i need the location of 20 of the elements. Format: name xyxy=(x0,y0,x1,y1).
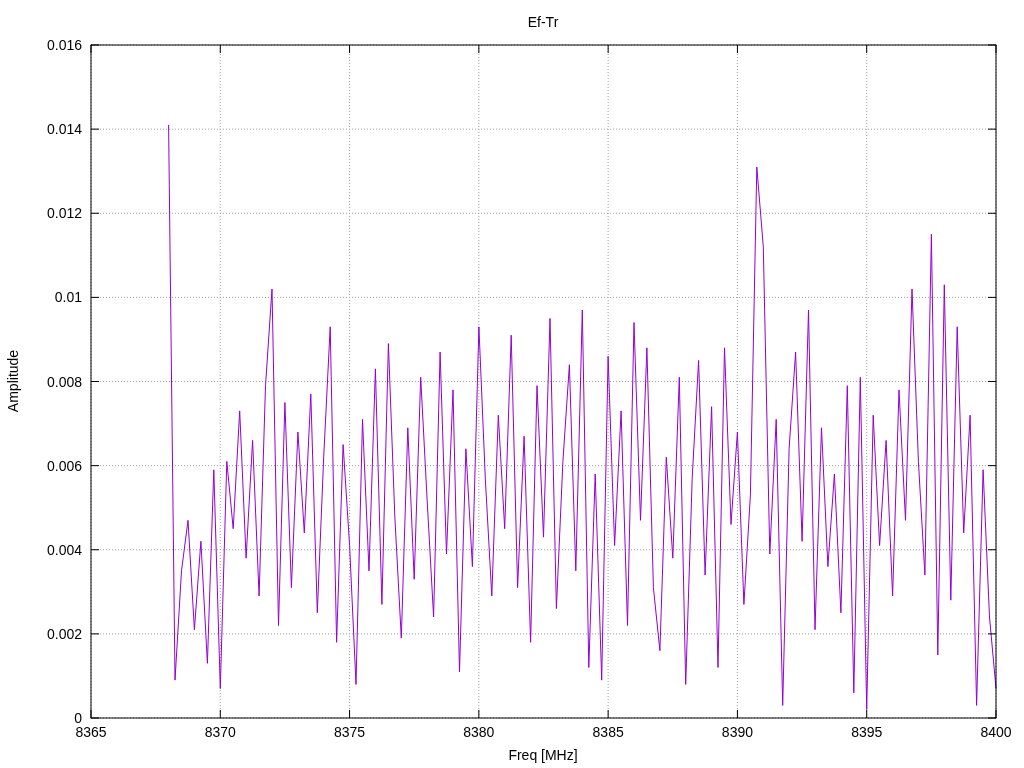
x-tick-label: 8385 xyxy=(592,724,624,740)
x-tick-label: 8375 xyxy=(334,724,366,740)
x-tick-label: 8365 xyxy=(75,724,107,740)
y-tick-label: 0.006 xyxy=(46,457,82,474)
x-tick-label: 8395 xyxy=(851,724,883,740)
y-tick-label: 0.01 xyxy=(54,289,82,306)
x-tick-label: 8380 xyxy=(463,724,495,740)
y-tick-label: 0 xyxy=(74,710,82,726)
y-tick-label: 0.012 xyxy=(46,205,82,222)
x-tick-label: 8370 xyxy=(204,724,236,740)
y-tick-label: 0.014 xyxy=(46,121,82,138)
y-axis-label: Amplitude xyxy=(5,349,21,413)
y-tick-label: 0.004 xyxy=(46,541,82,558)
x-axis-label: Freq [MHz] xyxy=(508,747,578,763)
chart-title: Ef-Tr xyxy=(527,14,559,30)
x-tick-label: 8400 xyxy=(980,724,1012,740)
x-tick-label: 8390 xyxy=(721,724,753,740)
y-tick-label: 0.002 xyxy=(46,625,82,642)
y-tick-label: 0.008 xyxy=(46,373,82,390)
y-tick-label: 0.016 xyxy=(46,37,82,53)
